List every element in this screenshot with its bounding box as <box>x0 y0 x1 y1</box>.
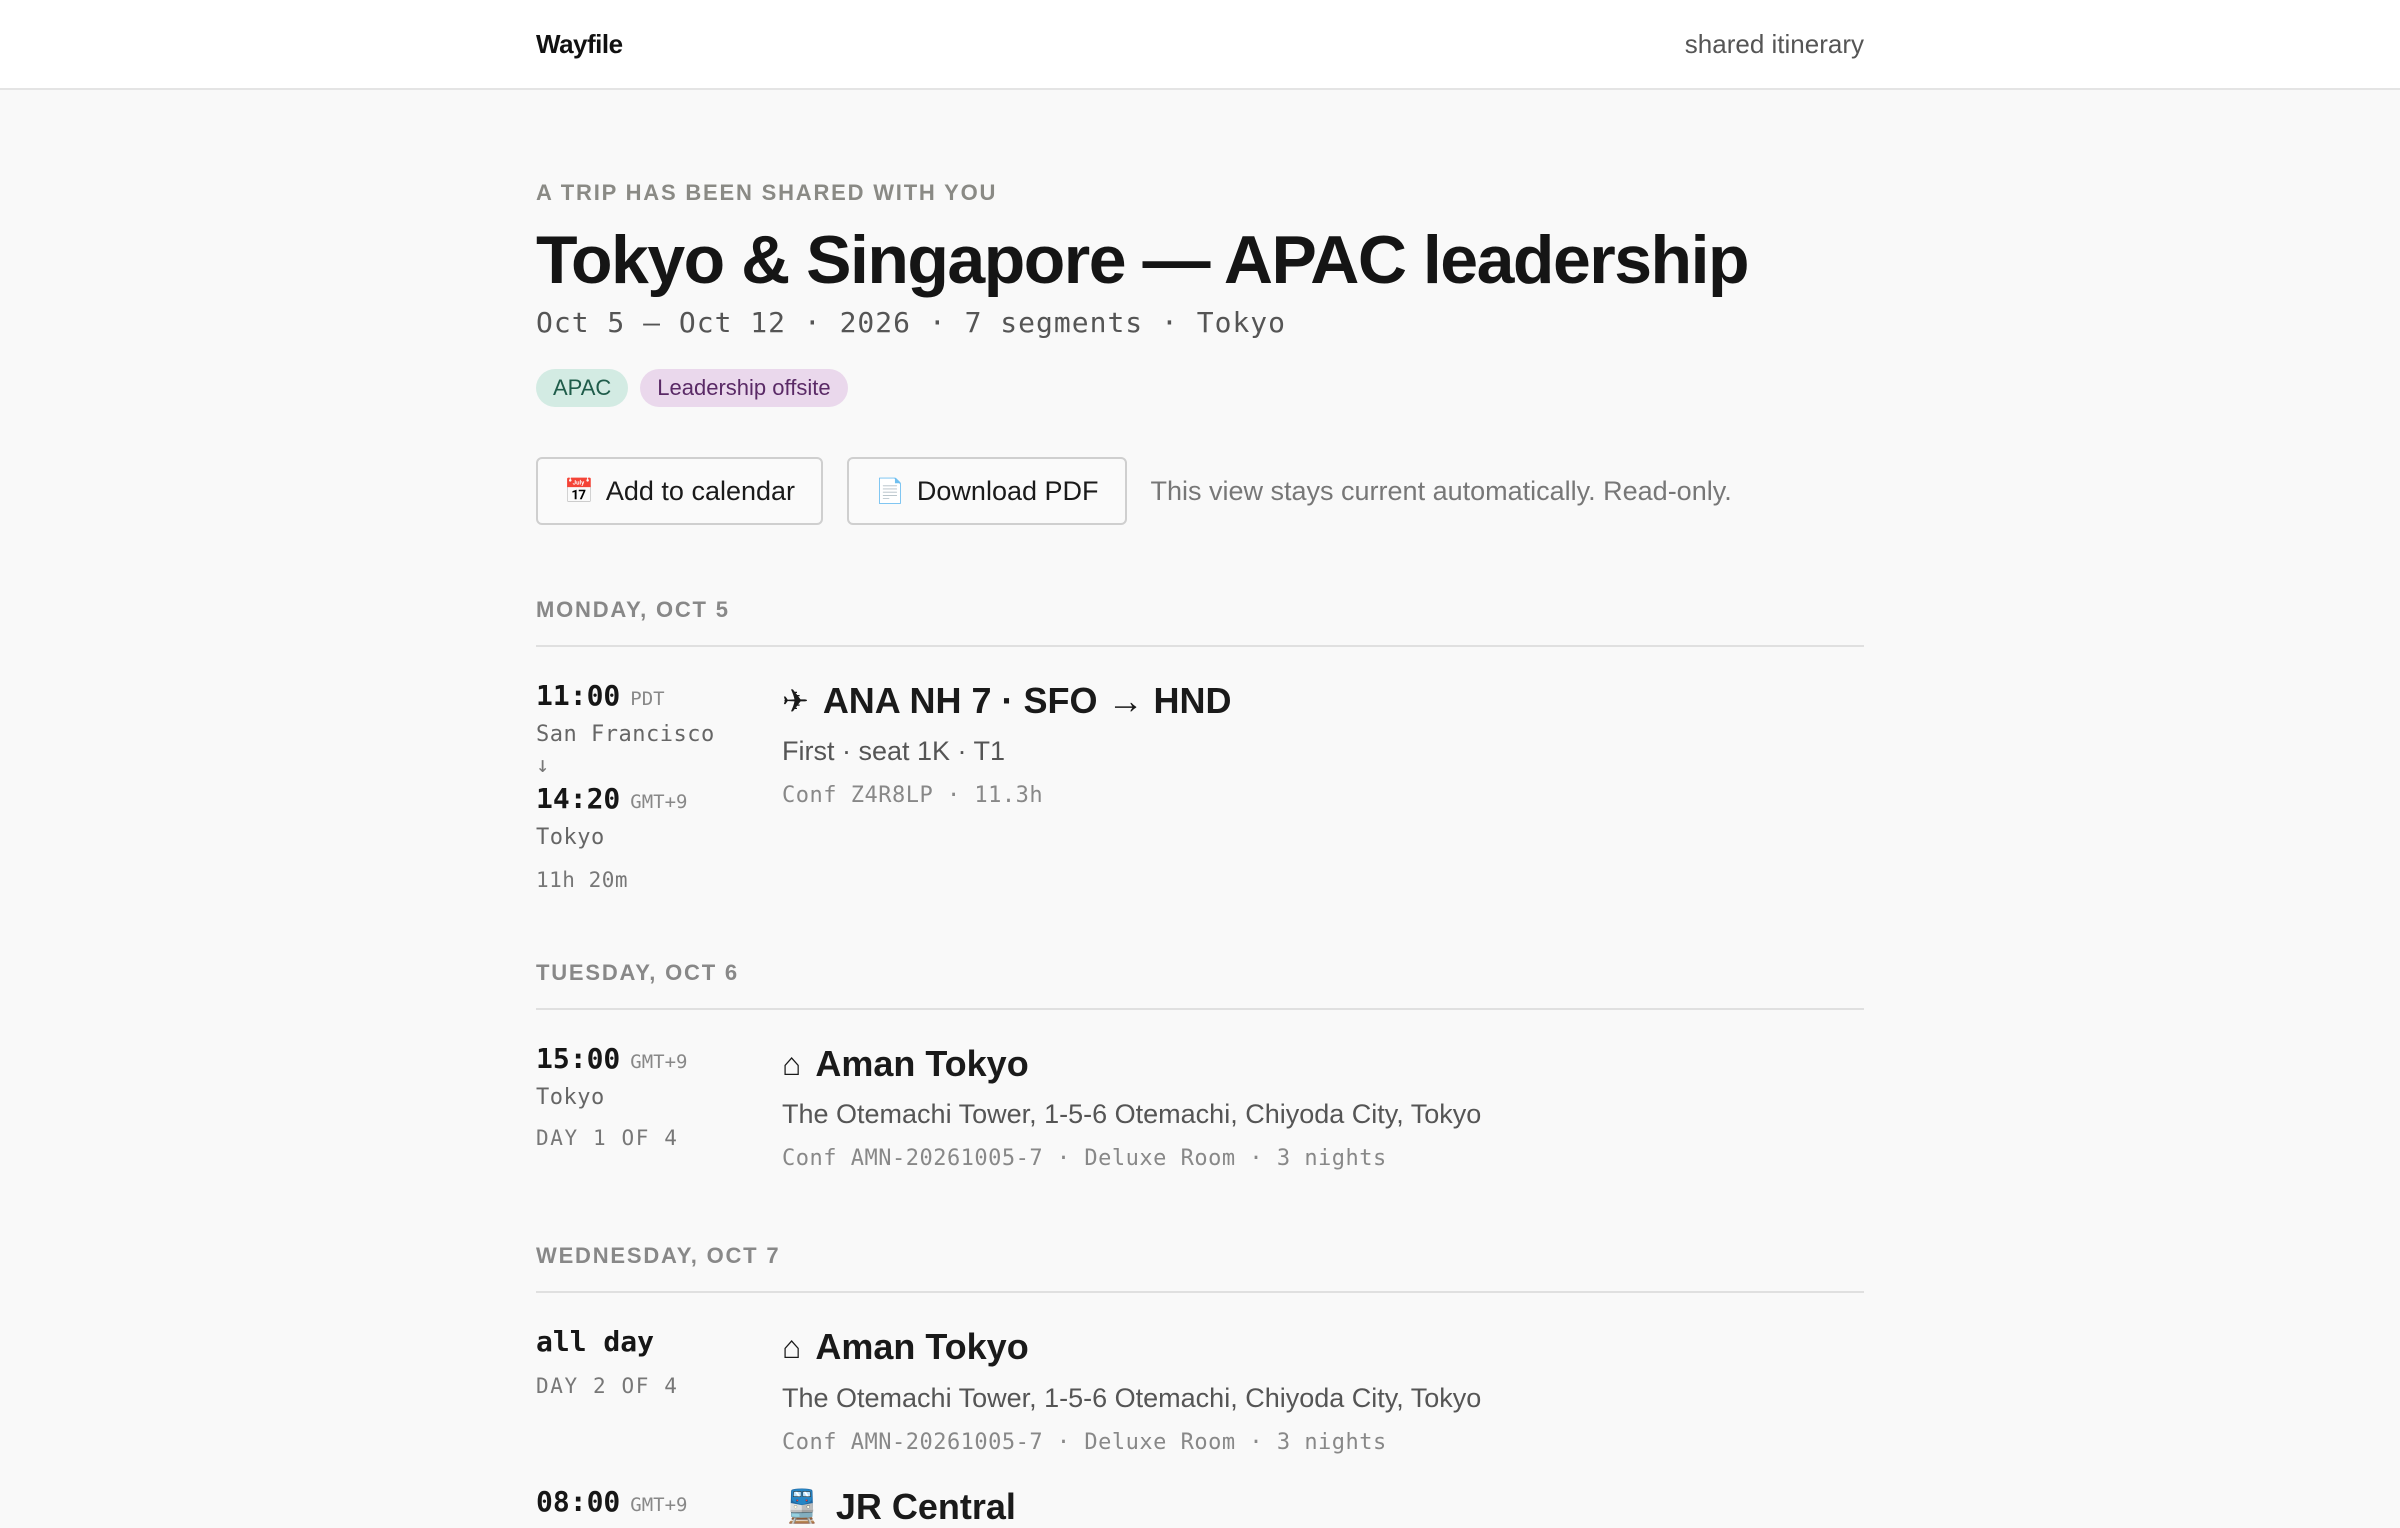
hotel-address: The Otemachi Tower, 1-5-6 Otemachi, Chiy… <box>782 1099 1482 1130</box>
stay-day-counter: DAY 1 OF 4 <box>536 1126 679 1151</box>
depart-zone: PDT <box>630 688 665 711</box>
document-icon: 📄 <box>875 477 905 505</box>
day-heading: WEDNESDAY, OCT 7 <box>536 1243 1864 1294</box>
airplane-icon: ✈ <box>782 682 809 719</box>
segment-title: ANA NH 7 · SFO → HND <box>822 680 1232 722</box>
hotel-address: The Otemachi Tower, 1-5-6 Otemachi, Chiy… <box>782 1382 1482 1413</box>
segment-subtitle: First · seat 1K · T1 <box>782 736 1006 767</box>
day-heading: TUESDAY, OCT 6 <box>536 960 1864 1011</box>
segment-confirmation: Conf AMN-20261005-7 · Deluxe Room · 3 ni… <box>782 1429 1387 1455</box>
flight-duration: 11h 20m <box>536 868 629 893</box>
stay-day-counter: DAY 2 OF 4 <box>536 1374 679 1399</box>
top-bar: Wayfile shared itinerary <box>0 0 2400 90</box>
download-pdf-label: Download PDF <box>916 475 1099 506</box>
arrive-zone: GMT+9 <box>630 791 688 814</box>
segment-details: ⌂ Aman Tokyo The Otemachi Tower, 1-5-6 O… <box>782 1325 1864 1454</box>
tag-leadership-offsite: Leadership offsite <box>640 369 848 408</box>
segment-details: 🚆 JR Central <box>782 1485 1864 1528</box>
segment-time: all day <box>536 1325 655 1359</box>
time-zone: GMT+9 <box>630 1051 688 1074</box>
down-arrow-icon: ↓ <box>536 753 550 779</box>
segment-details: ✈ ANA NH 7 · SFO → HND First · seat 1K ·… <box>782 679 1864 892</box>
segment-time-column: 11:00 PDT San Francisco ↓ 14:20 GMT+9 Toky… <box>536 679 782 892</box>
depart-place: San Francisco <box>536 722 715 748</box>
segment-time-column: all day DAY 2 OF 4 <box>536 1325 782 1454</box>
depart-time: 11:00 <box>536 679 621 713</box>
hotel-segment[interactable]: 15:00 GMT+9 Tokyo DAY 1 OF 4 ⌂ Aman Tokyo… <box>536 1010 1864 1171</box>
day-section-oct-7: WEDNESDAY, OCT 7 all day DAY 2 OF 4 ⌂ Am… <box>536 1243 1864 1527</box>
arrive-time: 14:20 <box>536 782 621 816</box>
segment-title: JR Central <box>835 1485 1016 1527</box>
hotel-city: Tokyo <box>536 1085 605 1111</box>
arrive-place: Tokyo <box>536 825 605 851</box>
checkin-time: 15:00 <box>536 1042 621 1076</box>
shared-itinerary-label: shared itinerary <box>1684 28 1864 59</box>
add-to-calendar-button[interactable]: 📅 Add to calendar <box>536 457 824 526</box>
segment-title: Aman Tokyo <box>815 1043 1029 1085</box>
segment-confirmation: Conf Z4R8LP · 11.3h <box>782 783 1044 809</box>
segment-time-column: 15:00 GMT+9 Tokyo DAY 1 OF 4 <box>536 1042 782 1171</box>
day-section-oct-6: TUESDAY, OCT 6 15:00 GMT+9 Tokyo DAY 1 OF… <box>536 960 1864 1171</box>
tag-list: APAC Leadership offsite <box>536 369 1864 408</box>
add-to-calendar-label: Add to calendar <box>605 475 796 506</box>
segment-time-column: 08:00 GMT+9 <box>536 1485 782 1528</box>
segment-details: ⌂ Aman Tokyo The Otemachi Tower, 1-5-6 O… <box>782 1042 1864 1171</box>
brand-logo[interactable]: Wayfile <box>536 29 623 60</box>
day-section-oct-5: MONDAY, OCT 5 11:00 PDT San Francisco ↓ 1… <box>536 597 1864 892</box>
hotel-segment[interactable]: all day DAY 2 OF 4 ⌂ Aman Tokyo The Otem… <box>536 1293 1864 1454</box>
tag-apac: APAC <box>536 369 629 408</box>
depart-time: 08:00 <box>536 1484 621 1518</box>
hotel-icon: ⌂ <box>782 1045 802 1082</box>
train-segment[interactable]: 08:00 GMT+9 🚆 JR Central <box>536 1455 1864 1528</box>
trip-title: Tokyo & Singapore — APAC leadership <box>536 222 1750 298</box>
segment-title: Aman Tokyo <box>815 1326 1029 1368</box>
shared-eyebrow: A TRIP HAS BEEN SHARED WITH YOU <box>536 180 998 205</box>
flight-segment[interactable]: 11:00 PDT San Francisco ↓ 14:20 GMT+9 Toky… <box>536 647 1864 892</box>
download-pdf-button[interactable]: 📄 Download PDF <box>847 457 1127 526</box>
hotel-icon: ⌂ <box>782 1328 802 1365</box>
segment-confirmation: Conf AMN-20261005-7 · Deluxe Room · 3 ni… <box>782 1146 1387 1172</box>
time-zone: GMT+9 <box>630 1493 688 1516</box>
read-only-note: This view stays current automatically. R… <box>1150 475 1732 506</box>
itinerary-main: A TRIP HAS BEEN SHARED WITH YOU Tokyo & … <box>536 90 1864 1528</box>
action-row: 📅 Add to calendar 📄 Download PDF This vi… <box>536 457 1864 526</box>
trip-subtitle: Oct 5 – Oct 12 · 2026 · 7 segments · Tok… <box>536 306 1287 340</box>
calendar-icon: 📅 <box>564 477 594 505</box>
day-heading: MONDAY, OCT 5 <box>536 597 1864 648</box>
